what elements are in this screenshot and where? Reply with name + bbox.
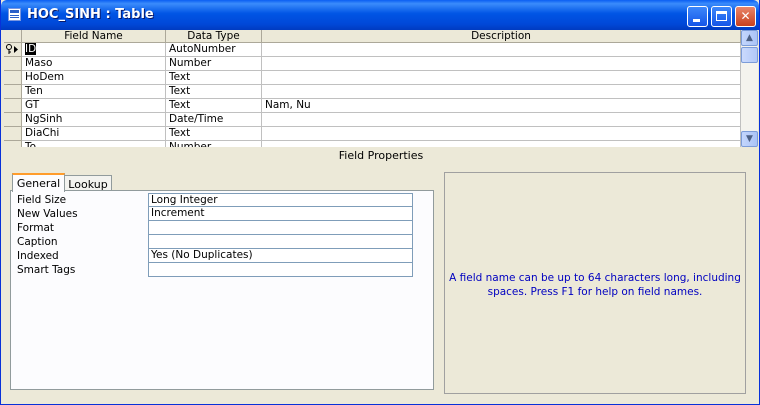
property-label-caption: Caption bbox=[17, 236, 58, 248]
column-header-description[interactable]: Description bbox=[262, 30, 741, 43]
window-title: HOC_SINH : Table bbox=[27, 7, 154, 22]
property-label-field-size: Field Size bbox=[17, 194, 67, 206]
help-panel: A field name can be up to 64 characters … bbox=[444, 172, 746, 394]
row-selector[interactable] bbox=[4, 71, 22, 85]
row-selector[interactable] bbox=[4, 85, 22, 99]
description-cell[interactable] bbox=[262, 71, 741, 85]
close-icon: ✕ bbox=[740, 9, 751, 23]
description-cell[interactable] bbox=[262, 57, 741, 71]
chevron-down-icon: ▼ bbox=[746, 134, 753, 144]
tab-general[interactable]: General bbox=[12, 173, 65, 192]
field-name-cell[interactable]: NgSinh bbox=[22, 113, 166, 127]
table-icon[interactable] bbox=[8, 8, 21, 21]
scroll-down-button[interactable]: ▼ bbox=[741, 131, 758, 147]
row-selector[interactable] bbox=[4, 127, 22, 141]
help-text: A field name can be up to 64 characters … bbox=[449, 272, 741, 298]
property-label-format: Format bbox=[17, 222, 55, 234]
scroll-up-button[interactable]: ▲ bbox=[741, 30, 758, 46]
field-grid: Field Name Data Type Description ID Auto… bbox=[4, 30, 758, 147]
data-type-cell[interactable]: Date/Time bbox=[166, 113, 262, 127]
column-header-data-type[interactable]: Data Type bbox=[166, 30, 262, 43]
row-selector[interactable] bbox=[4, 43, 22, 57]
vertical-scrollbar[interactable]: ▲ ▼ bbox=[741, 30, 758, 147]
property-value-smart-tags[interactable] bbox=[148, 263, 413, 277]
property-value-caption[interactable] bbox=[148, 235, 413, 249]
field-name-cell[interactable]: ID bbox=[22, 43, 166, 57]
row-selector[interactable] bbox=[4, 57, 22, 71]
minimize-icon bbox=[693, 19, 700, 22]
field-name-cell[interactable]: Ten bbox=[22, 85, 166, 99]
data-type-cell[interactable]: AutoNumber bbox=[166, 43, 262, 57]
description-cell[interactable] bbox=[262, 43, 741, 57]
row-selector[interactable] bbox=[4, 99, 22, 113]
row-selector-header[interactable] bbox=[4, 30, 22, 43]
description-cell[interactable] bbox=[262, 113, 741, 127]
property-label-indexed: Indexed bbox=[17, 250, 59, 262]
property-value-indexed[interactable]: Yes (No Duplicates) bbox=[148, 249, 413, 263]
property-value-format[interactable] bbox=[148, 221, 413, 235]
description-cell[interactable] bbox=[262, 127, 741, 141]
key-icon bbox=[6, 44, 18, 54]
row-selector[interactable] bbox=[4, 113, 22, 127]
field-name-cell[interactable]: Maso bbox=[22, 57, 166, 71]
description-cell[interactable] bbox=[262, 85, 741, 99]
field-name-cell[interactable]: GT bbox=[22, 99, 166, 113]
data-type-cell[interactable]: Text bbox=[166, 85, 262, 99]
property-value-field-size[interactable]: Long Integer bbox=[148, 193, 413, 207]
field-properties-header: Field Properties bbox=[338, 149, 424, 162]
scroll-thumb[interactable] bbox=[741, 47, 758, 63]
field-name-cell[interactable]: HoDem bbox=[22, 71, 166, 85]
data-type-cell[interactable]: Number bbox=[166, 57, 262, 71]
data-type-cell[interactable]: Text bbox=[166, 127, 262, 141]
field-name-text: ID bbox=[25, 43, 37, 55]
column-header-field-name[interactable]: Field Name bbox=[22, 30, 166, 43]
field-name-cell[interactable]: DiaChi bbox=[22, 127, 166, 141]
close-button[interactable]: ✕ bbox=[735, 6, 756, 27]
maximize-button[interactable] bbox=[711, 6, 732, 27]
title-bar[interactable]: HOC_SINH : Table ✕ bbox=[1, 0, 759, 30]
row-pointer-icon bbox=[14, 46, 18, 53]
property-value-new-values[interactable]: Increment bbox=[148, 207, 413, 221]
table-design-window: HOC_SINH : Table ✕ Field Name Data Type … bbox=[0, 0, 760, 405]
maximize-icon bbox=[716, 11, 727, 21]
description-cell[interactable]: Nam, Nu bbox=[262, 99, 741, 113]
minimize-button[interactable] bbox=[687, 6, 708, 27]
chevron-up-icon: ▲ bbox=[746, 33, 753, 43]
data-type-cell[interactable]: Text bbox=[166, 71, 262, 85]
property-label-smart-tags: Smart Tags bbox=[17, 264, 76, 276]
data-type-cell[interactable]: Text bbox=[166, 99, 262, 113]
property-label-new-values: New Values bbox=[17, 208, 78, 220]
